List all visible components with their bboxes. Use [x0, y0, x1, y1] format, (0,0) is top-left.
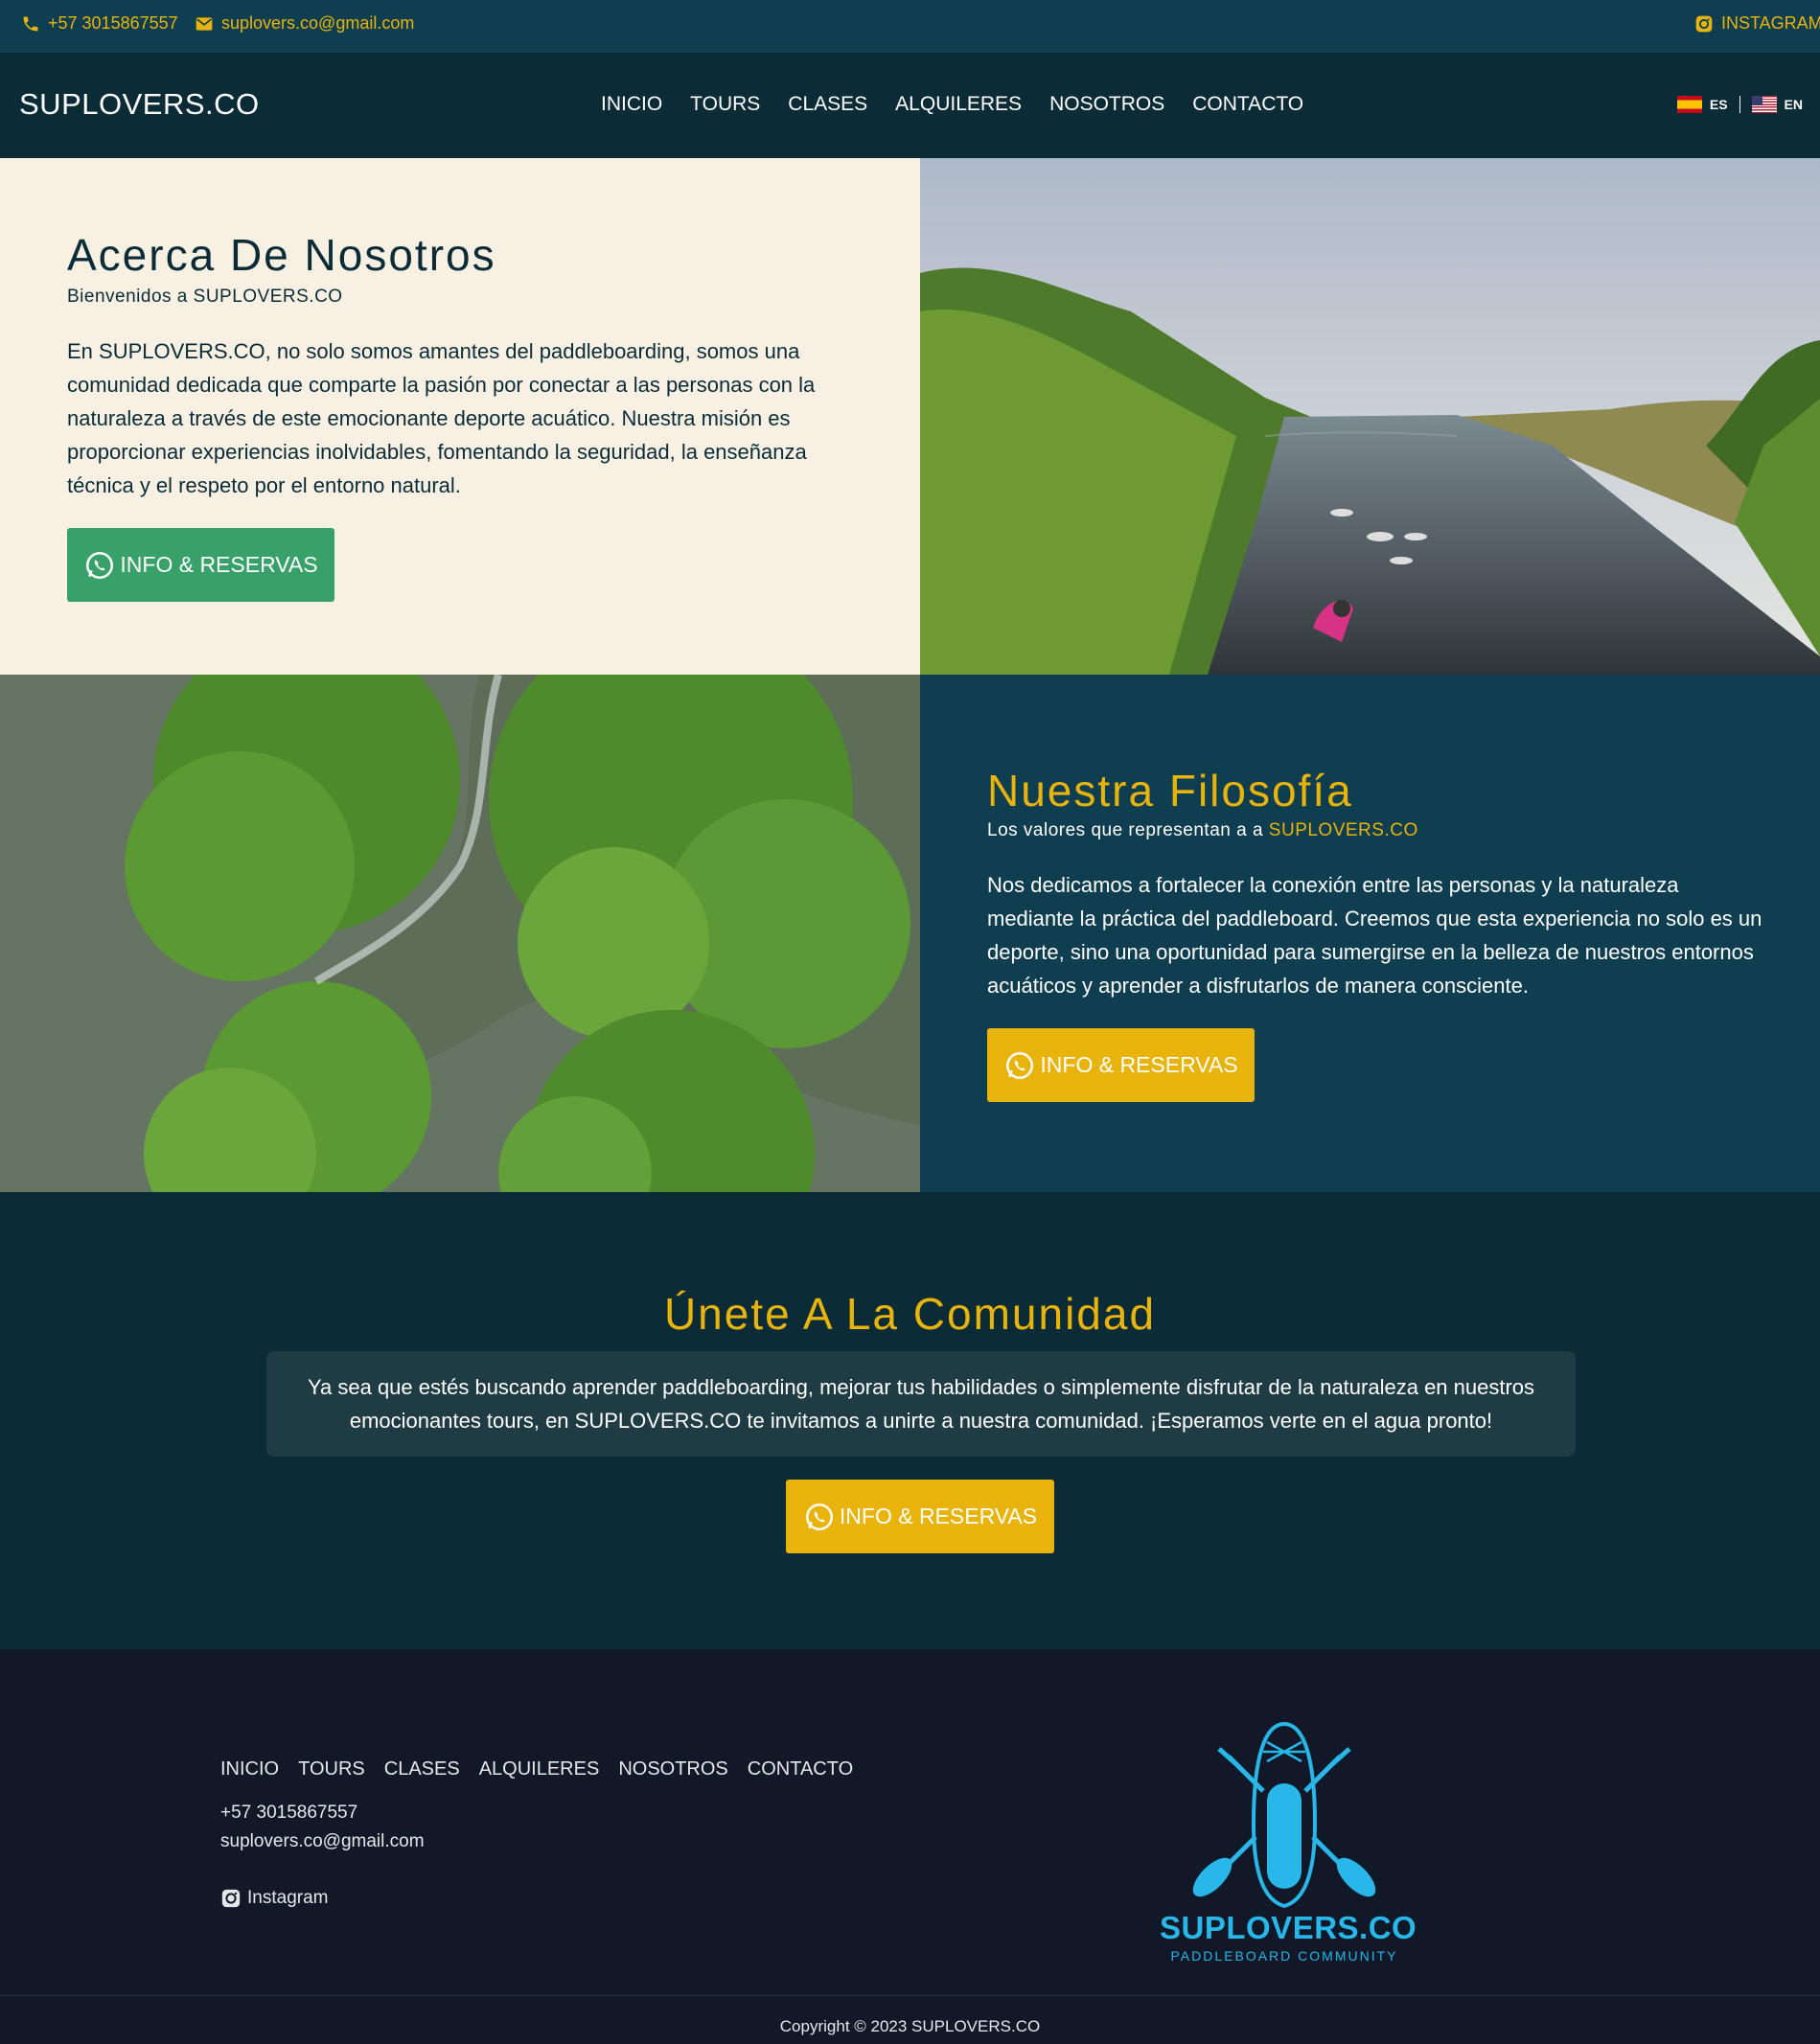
philosophy-subtitle: Los valores que representan a a SUPLOVER… — [987, 820, 1418, 841]
river-paddleboard-photo — [920, 158, 1820, 675]
phone-link[interactable]: +57 3015867557 — [21, 13, 178, 34]
mail-icon — [196, 16, 213, 31]
footer: INICIO TOURS CLASES ALQUILERES NOSOTROS … — [0, 1649, 1820, 2044]
spain-flag-icon[interactable] — [1676, 96, 1702, 113]
instagram-text: INSTAGRAM — [1721, 13, 1820, 33]
community-button-label: INFO & RESERVAS — [839, 1504, 1038, 1528]
top-bar: +57 3015867557 suplovers.co@gmail.com IN… — [0, 0, 1820, 53]
email-text: suplovers.co@gmail.com — [221, 13, 415, 33]
nav-item-inicio[interactable]: INICIO — [601, 93, 662, 116]
nav-item-contacto[interactable]: CONTACTO — [1192, 93, 1303, 116]
logo-tagline: PADDLEBOARD COMMUNITY — [1170, 1948, 1398, 1964]
about-reservas-button[interactable]: INFO & RESERVAS — [67, 528, 334, 602]
nav-item-clases[interactable]: CLASES — [788, 93, 867, 116]
about-subtitle: Bienvenidos a SUPLOVERS.CO — [67, 287, 343, 307]
footer-nav-alquileres[interactable]: ALQUILERES — [479, 1758, 600, 1780]
footer-divider — [0, 1995, 1820, 1996]
phone-text: +57 3015867557 — [48, 13, 178, 33]
footer-nav: INICIO TOURS CLASES ALQUILERES NOSOTROS … — [220, 1758, 853, 1780]
whatsapp-icon — [805, 1503, 833, 1530]
nav-item-tours[interactable]: TOURS — [690, 93, 760, 116]
about-button-label: INFO & RESERVAS — [120, 552, 318, 577]
about-body: En SUPLOVERS.CO, no solo somos amantes d… — [67, 339, 816, 497]
footer-instagram-link[interactable]: Instagram — [220, 1888, 328, 1909]
nav-item-alquileres[interactable]: ALQUILERES — [895, 93, 1022, 116]
instagram-icon — [221, 1889, 241, 1908]
footer-nav-contacto[interactable]: CONTACTO — [748, 1758, 853, 1780]
footer-nav-tours[interactable]: TOURS — [298, 1758, 365, 1780]
lang-divider — [1739, 96, 1740, 113]
main-header: SUPLOVERS.CO INICIO TOURS CLASES ALQUILE… — [0, 53, 1820, 158]
whatsapp-icon — [1006, 1051, 1034, 1079]
logo-name: SUPLOVERS.CO — [1160, 1910, 1417, 1945]
lang-en[interactable]: EN — [1785, 97, 1803, 112]
usa-flag-icon[interactable] — [1751, 96, 1777, 113]
philosophy-section: Nuestra Filosofía Los valores que repres… — [920, 675, 1820, 1192]
about-title: Acerca De Nosotros — [67, 230, 496, 280]
whatsapp-icon — [86, 551, 114, 579]
footer-nav-nosotros[interactable]: NOSOTROS — [618, 1758, 727, 1780]
copyright-text: Copyright © 2023 SUPLOVERS.CO — [779, 2017, 1041, 2035]
nav-item-nosotros[interactable]: NOSOTROS — [1049, 93, 1164, 116]
footer-instagram-text: Instagram — [247, 1888, 329, 1908]
about-section: Acerca De Nosotros Bienvenidos a SUPLOVE… — [0, 158, 920, 675]
philosophy-button-label: INFO & RESERVAS — [1040, 1052, 1238, 1077]
community-reservas-button[interactable]: INFO & RESERVAS — [786, 1480, 1054, 1553]
footer-nav-clases[interactable]: CLASES — [384, 1758, 460, 1780]
instagram-link[interactable]: INSTAGRAM — [1694, 13, 1820, 34]
lang-es[interactable]: ES — [1710, 97, 1728, 112]
aerial-photo-illustration — [0, 675, 920, 1192]
river-photo-illustration — [920, 158, 1820, 675]
paddleboard-logo-icon — [1192, 1721, 1376, 1909]
community-message-box: Ya sea que estés buscando aprender paddl… — [266, 1351, 1576, 1457]
footer-email[interactable]: suplovers.co@gmail.com — [220, 1831, 425, 1852]
philosophy-subtitle-brand: SUPLOVERS.CO — [1268, 820, 1418, 840]
language-switcher: ES EN — [1676, 96, 1803, 113]
instagram-icon — [1695, 15, 1713, 32]
philosophy-reservas-button[interactable]: INFO & RESERVAS — [987, 1028, 1255, 1102]
community-body: Ya sea que estés buscando aprender paddl… — [307, 1375, 1535, 1433]
email-link[interactable]: suplovers.co@gmail.com — [195, 13, 414, 34]
footer-phone[interactable]: +57 3015867557 — [220, 1803, 357, 1824]
footer-nav-inicio[interactable]: INICIO — [220, 1758, 279, 1780]
brand-logo-text[interactable]: SUPLOVERS.CO — [19, 87, 260, 122]
community-section: Únete A La Comunidad Ya sea que estés bu… — [0, 1192, 1820, 1649]
main-nav: INICIO TOURS CLASES ALQUILERES NOSOTROS … — [601, 93, 1303, 116]
philosophy-title: Nuestra Filosofía — [987, 766, 1353, 815]
aerial-mangrove-photo — [0, 675, 920, 1192]
philosophy-subtitle-prefix: Los valores que representan a a — [987, 820, 1269, 840]
phone-icon — [23, 16, 38, 31]
philosophy-body: Nos dedicamos a fortalecer la conexión e… — [987, 873, 1762, 998]
community-title: Únete A La Comunidad — [663, 1289, 1157, 1339]
suplovers-logo: SUPLOVERS.CO PADDLEBOARD COMMUNITY — [1160, 1718, 1417, 1975]
